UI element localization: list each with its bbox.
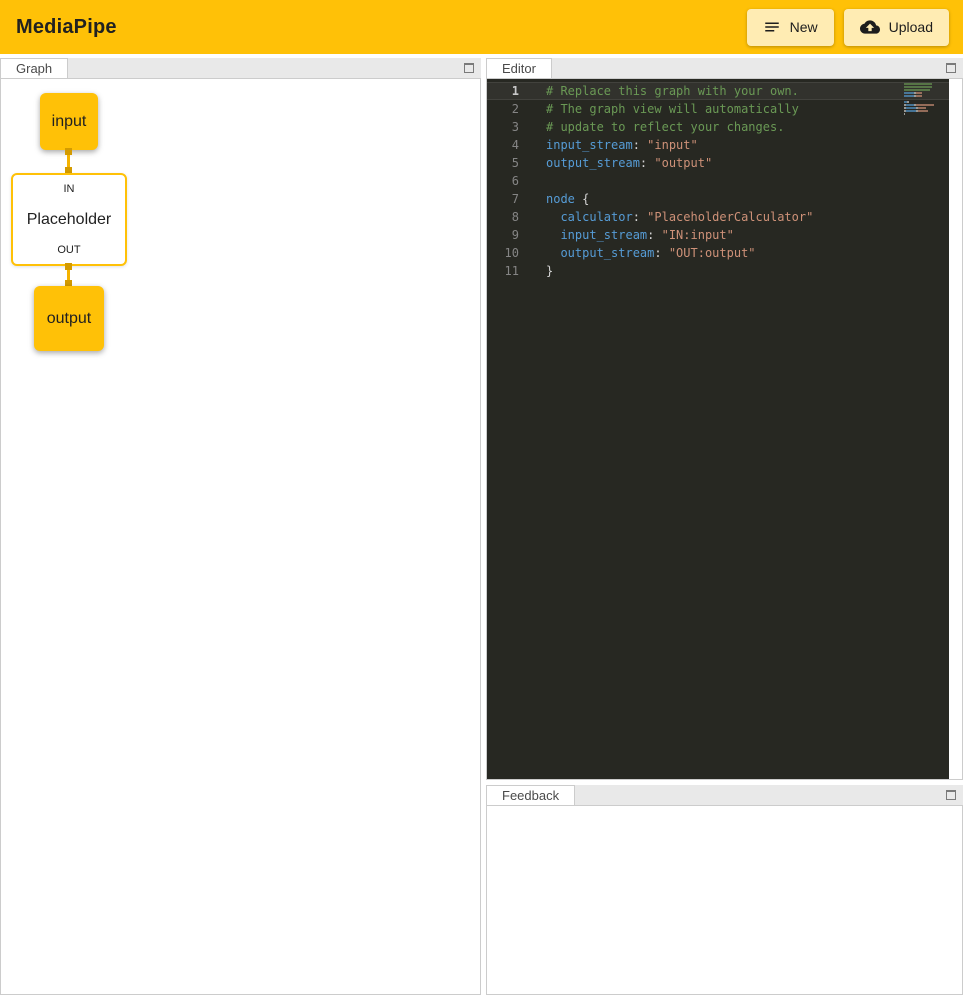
graph-panel-header: Graph bbox=[0, 58, 481, 78]
code-line[interactable]: 8 calculator: "PlaceholderCalculator" bbox=[487, 208, 949, 226]
node-label: Placeholder bbox=[27, 211, 112, 229]
line-number: 10 bbox=[487, 244, 529, 262]
editor-panel: Editor 1# Replace this graph with your o… bbox=[486, 58, 963, 780]
code-lines[interactable]: 1# Replace this graph with your own.2# T… bbox=[487, 79, 949, 779]
line-number: 1 bbox=[487, 82, 529, 100]
line-number: 3 bbox=[487, 118, 529, 136]
app-title: MediaPipe bbox=[16, 16, 117, 39]
code-line[interactable]: 7node { bbox=[487, 190, 949, 208]
code-editor[interactable]: 1# Replace this graph with your own.2# T… bbox=[486, 78, 963, 780]
output-port-label: OUT bbox=[57, 244, 80, 256]
line-number: 9 bbox=[487, 226, 529, 244]
tab-feedback-label: Feedback bbox=[502, 788, 559, 803]
edge-endpoint bbox=[65, 148, 72, 155]
code-line[interactable]: 2# The graph view will automatically bbox=[487, 100, 949, 118]
code-line[interactable]: 6 bbox=[487, 172, 949, 190]
maximize-icon[interactable] bbox=[464, 63, 474, 73]
input-port-label: IN bbox=[64, 183, 75, 195]
code-line[interactable]: 5output_stream: "output" bbox=[487, 154, 949, 172]
code-line[interactable]: 4input_stream: "input" bbox=[487, 136, 949, 154]
tab-editor[interactable]: Editor bbox=[486, 58, 552, 78]
cloud-upload-icon bbox=[860, 17, 880, 37]
line-number: 6 bbox=[487, 172, 529, 190]
tab-graph-label: Graph bbox=[16, 61, 52, 76]
line-number: 4 bbox=[487, 136, 529, 154]
code-line[interactable]: 1# Replace this graph with your own. bbox=[487, 82, 949, 100]
feedback-content bbox=[486, 805, 963, 995]
editor-scrollbar[interactable] bbox=[949, 79, 962, 779]
code-line[interactable]: 9 input_stream: "IN:input" bbox=[487, 226, 949, 244]
line-number: 8 bbox=[487, 208, 529, 226]
maximize-icon[interactable] bbox=[946, 63, 956, 73]
maximize-icon[interactable] bbox=[946, 790, 956, 800]
feedback-panel: Feedback bbox=[486, 785, 963, 995]
code-line[interactable]: 11} bbox=[487, 262, 949, 280]
app-header: MediaPipe New Upload bbox=[0, 0, 963, 54]
line-number: 7 bbox=[487, 190, 529, 208]
edge-endpoint bbox=[65, 263, 72, 270]
code-line[interactable]: 10 output_stream: "OUT:output" bbox=[487, 244, 949, 262]
minimap[interactable] bbox=[904, 83, 940, 116]
graph-node-placeholder[interactable]: IN Placeholder OUT bbox=[11, 173, 127, 266]
tab-editor-label: Editor bbox=[502, 61, 536, 76]
line-number: 5 bbox=[487, 154, 529, 172]
new-button-label: New bbox=[790, 19, 818, 35]
notes-icon bbox=[763, 18, 781, 36]
code-line[interactable]: 3# update to reflect your changes. bbox=[487, 118, 949, 136]
line-number: 2 bbox=[487, 100, 529, 118]
upload-button[interactable]: Upload bbox=[844, 9, 949, 46]
tab-feedback[interactable]: Feedback bbox=[486, 785, 575, 805]
editor-panel-header: Editor bbox=[486, 58, 963, 78]
graph-panel: Graph input IN Placeholder OUT output bbox=[0, 58, 481, 995]
graph-node-input[interactable]: input bbox=[40, 93, 98, 150]
tab-graph[interactable]: Graph bbox=[0, 58, 68, 78]
graph-node-output[interactable]: output bbox=[34, 286, 104, 351]
upload-button-label: Upload bbox=[889, 19, 933, 35]
line-number: 11 bbox=[487, 262, 529, 280]
feedback-panel-header: Feedback bbox=[486, 785, 963, 805]
header-buttons: New Upload bbox=[747, 9, 953, 46]
new-button[interactable]: New bbox=[747, 9, 834, 46]
graph-canvas[interactable]: input IN Placeholder OUT output bbox=[0, 78, 481, 995]
